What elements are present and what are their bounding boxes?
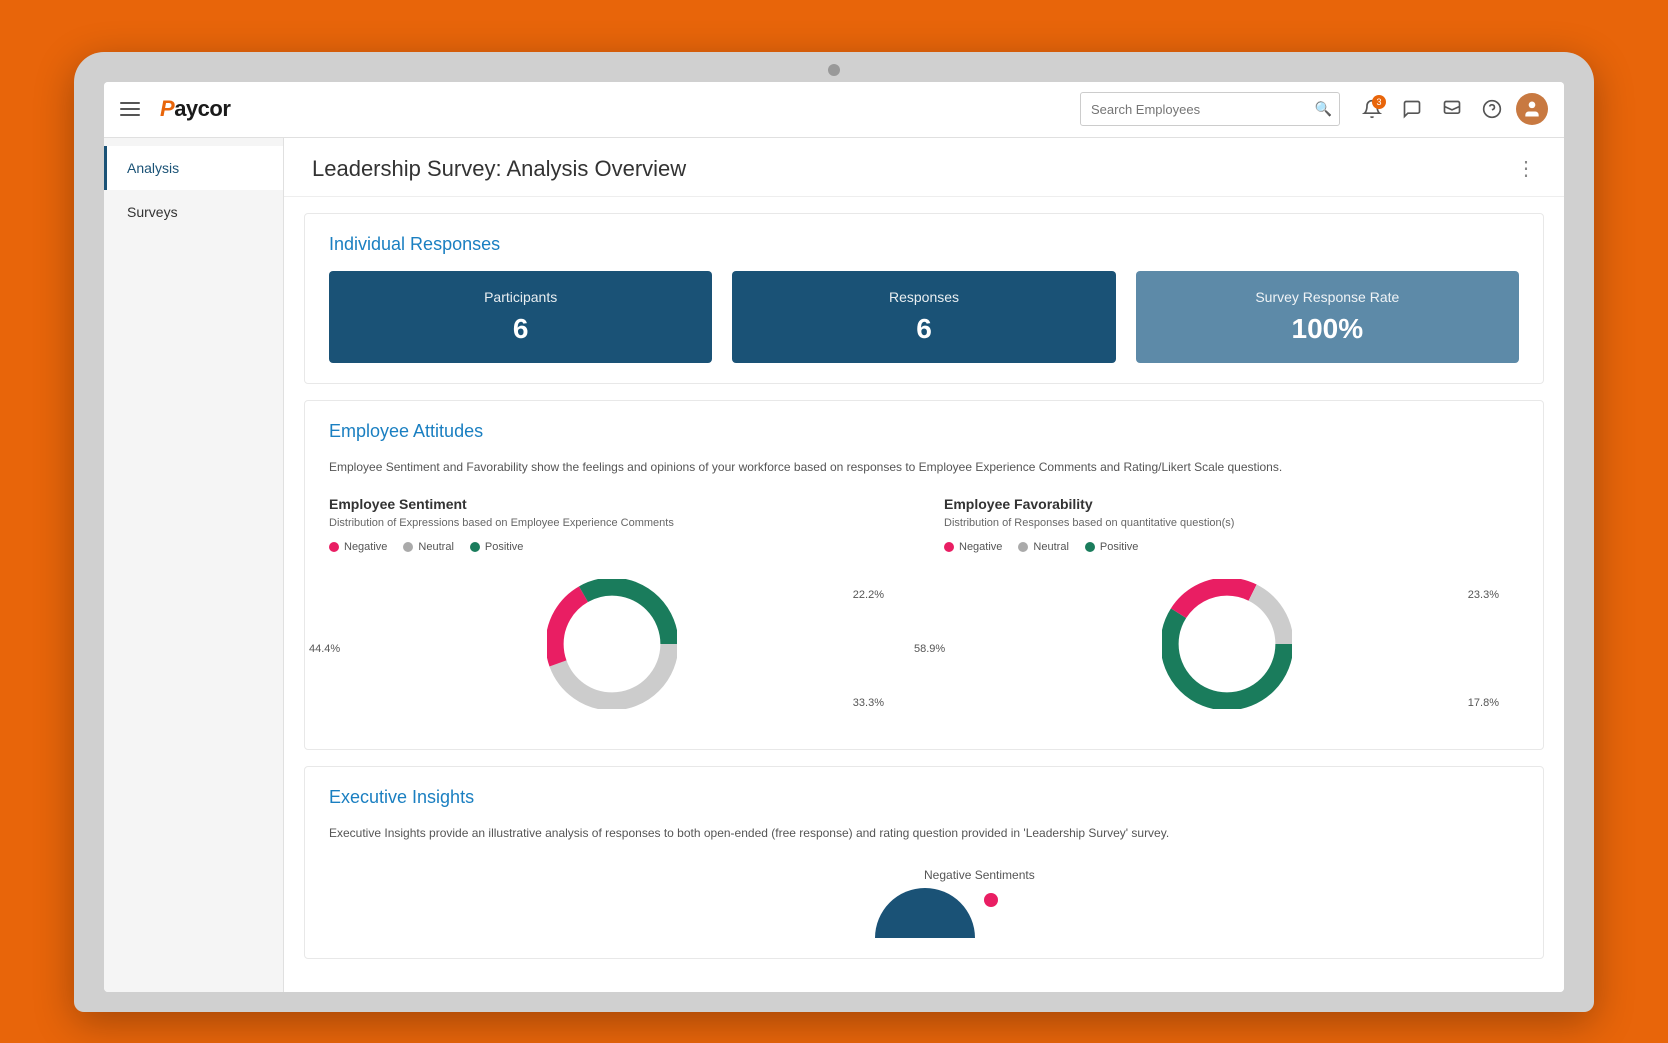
executive-insights-title: Executive Insights [329,787,1519,808]
favorability-label-bottom-right: 17.8% [1468,697,1499,709]
sentiment-chart-title: Employee Sentiment [329,496,904,512]
favorability-chart-container: Employee Favorability Distribution of Re… [944,496,1519,729]
laptop-frame: Paycor 🔍 3 [74,52,1594,1012]
favorability-label-left: 58.9% [914,643,945,655]
navbar: Paycor 🔍 3 [104,82,1564,138]
favorability-chart-title: Employee Favorability [944,496,1519,512]
sentiment-chart-container: Employee Sentiment Distribution of Expre… [329,496,904,729]
executive-chart-arc [865,868,985,938]
employee-attitudes-description: Employee Sentiment and Favorability show… [329,458,1519,476]
sentiment-donut-wrapper [547,579,687,719]
participants-value: 6 [349,313,692,345]
favorability-legend-negative-dot [944,542,954,552]
sentiment-legend-positive-dot [470,542,480,552]
individual-responses-section: Individual Responses Participants 6 Resp… [304,213,1544,384]
page-header: Leadership Survey: Analysis Overview ⋮ [284,138,1564,197]
search-icon: 🔍 [1315,101,1332,118]
individual-responses-title: Individual Responses [329,234,1519,255]
notification-badge: 3 [1372,95,1386,109]
user-avatar[interactable] [1516,93,1548,125]
favorability-legend-positive: Positive [1085,541,1139,553]
participants-card: Participants 6 [329,271,712,363]
message-icon-button[interactable] [1436,93,1468,125]
sentiment-legend-negative-dot [329,542,339,552]
favorability-legend-neutral: Neutral [1018,541,1068,553]
menu-icon[interactable] [120,97,144,121]
sentiment-donut-svg [547,579,677,709]
sidebar-item-analysis[interactable]: Analysis [104,146,283,190]
favorability-chart-subtitle: Distribution of Responses based on quant… [944,516,1519,531]
logo: Paycor [160,96,230,122]
stats-row: Participants 6 Responses 6 Survey Respon… [329,271,1519,363]
favorability-donut-wrapper [1162,579,1302,719]
favorability-donut-area: 58.9% [944,569,1519,729]
employee-attitudes-section: Employee Attitudes Employee Sentiment an… [304,400,1544,750]
sentiment-label-bottom-right: 33.3% [853,697,884,709]
laptop-camera [828,64,840,76]
page-title: Leadership Survey: Analysis Overview [312,156,686,182]
search-container: 🔍 [1080,92,1340,126]
screen: Paycor 🔍 3 [104,82,1564,992]
sentiment-donut-area: 44.4% [329,569,904,729]
favorability-legend-negative: Negative [944,541,1002,553]
responses-card: Responses 6 [732,271,1115,363]
responses-label: Responses [752,289,1095,305]
content-area: Leadership Survey: Analysis Overview ⋮ I… [284,138,1564,992]
response-rate-card: Survey Response Rate 100% [1136,271,1519,363]
chat-icon-button[interactable] [1396,93,1428,125]
sentiment-legend-neutral-dot [403,542,413,552]
search-input[interactable] [1080,92,1340,126]
more-options-icon[interactable]: ⋮ [1516,156,1536,181]
sentiment-label-top-right: 22.2% [853,589,884,601]
nav-icons: 3 [1356,93,1548,125]
charts-row: Employee Sentiment Distribution of Expre… [329,496,1519,729]
response-rate-value: 100% [1156,313,1499,345]
sidebar-item-surveys[interactable]: Surveys [104,190,283,234]
negative-sentiments-dot [984,893,998,907]
main-layout: Analysis Surveys Leadership Survey: Anal… [104,138,1564,992]
logo-text: Paycor [160,96,230,122]
favorability-label-top-right: 23.3% [1468,589,1499,601]
response-rate-label: Survey Response Rate [1156,289,1499,305]
help-icon-button[interactable] [1476,93,1508,125]
executive-insights-description: Executive Insights provide an illustrati… [329,824,1519,842]
employee-attitudes-title: Employee Attitudes [329,421,1519,442]
participants-label: Participants [349,289,692,305]
sentiment-legend-neutral: Neutral [403,541,453,553]
favorability-chart-legend: Negative Neutral Positive [944,541,1519,553]
responses-value: 6 [752,313,1095,345]
favorability-legend-neutral-dot [1018,542,1028,552]
favorability-donut-svg [1162,579,1292,709]
sentiment-legend-positive: Positive [470,541,524,553]
notification-bell-button[interactable]: 3 [1356,93,1388,125]
sentiment-chart-legend: Negative Neutral Positive [329,541,904,553]
sentiment-label-left: 44.4% [309,643,340,655]
sidebar: Analysis Surveys [104,138,284,992]
logo-p: P [160,96,174,121]
sentiment-legend-negative: Negative [329,541,387,553]
executive-insights-chart: Negative Sentiments [329,858,1519,938]
executive-insights-section: Executive Insights Executive Insights pr… [304,766,1544,959]
favorability-legend-positive-dot [1085,542,1095,552]
sentiment-chart-subtitle: Distribution of Expressions based on Emp… [329,516,904,531]
